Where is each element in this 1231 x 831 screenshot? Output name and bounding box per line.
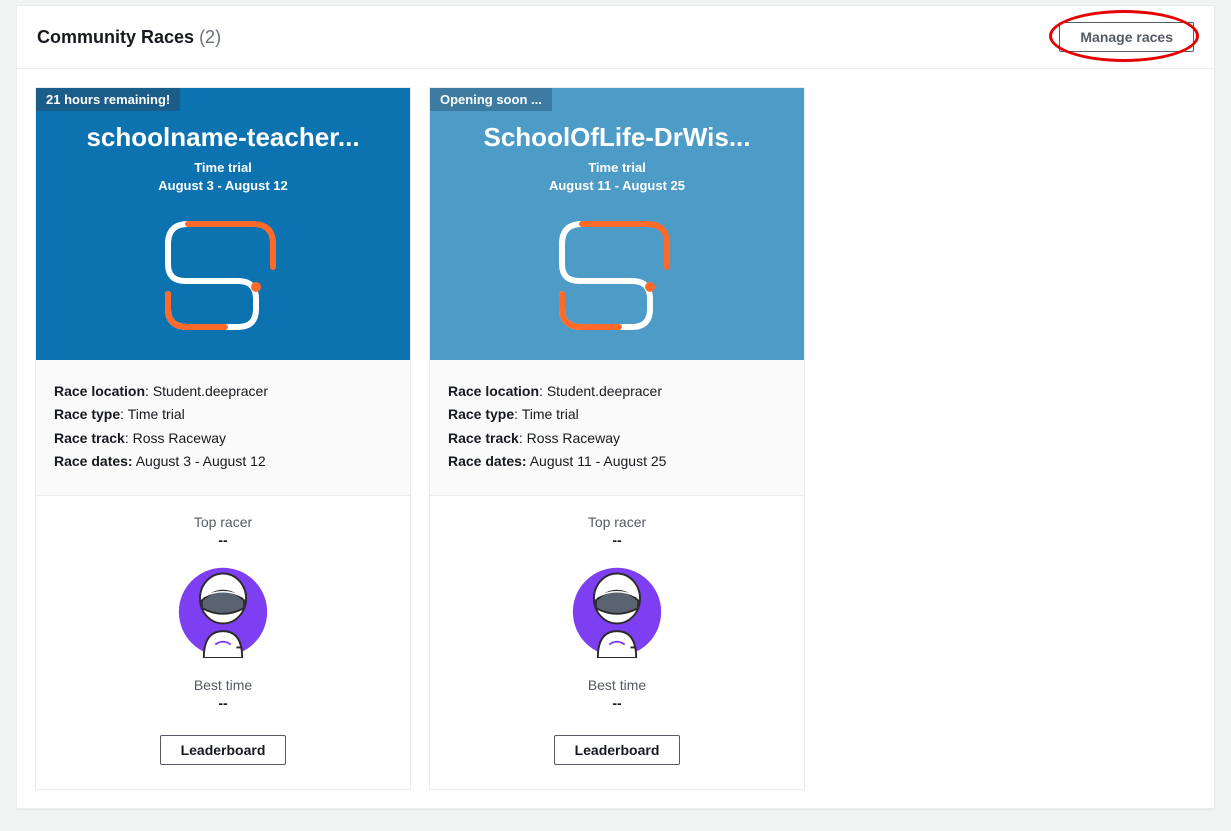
race-title: schoolname-teacher...	[48, 122, 398, 153]
value-type: Time trial	[128, 406, 185, 422]
value-dates: August 11 - August 25	[530, 453, 667, 469]
value-track: Ross Raceway	[527, 430, 620, 446]
race-card: Opening soon ... SchoolOfLife-DrWis... T…	[429, 87, 805, 790]
community-races-panel: Community Races (2) Manage races 21 hour…	[16, 5, 1215, 809]
label-dates: Race dates:	[54, 453, 133, 469]
best-time-label: Best time	[430, 677, 804, 693]
race-stats: Top racer -- Best time -- Leaderboard	[430, 496, 804, 789]
value-location: Student.deepracer	[547, 383, 662, 399]
best-time-value: --	[36, 695, 410, 711]
race-details: Race location: Student.deepracer Race ty…	[430, 360, 804, 495]
status-badge: Opening soon ...	[430, 88, 552, 111]
value-dates: August 3 - August 12	[136, 453, 266, 469]
leaderboard-button[interactable]: Leaderboard	[160, 735, 287, 765]
best-time-label: Best time	[36, 677, 410, 693]
race-subtitle-line2: August 11 - August 25	[430, 177, 804, 195]
top-racer-label: Top racer	[36, 514, 410, 530]
value-type: Time trial	[522, 406, 579, 422]
label-track: Race track	[448, 430, 519, 446]
top-racer-value: --	[430, 532, 804, 548]
race-subtitle-line2: August 3 - August 12	[36, 177, 410, 195]
race-details: Race location: Student.deepracer Race ty…	[36, 360, 410, 495]
title-count: (2)	[199, 27, 221, 47]
race-cards-container: 21 hours remaining! schoolname-teacher..…	[17, 69, 1214, 808]
status-badge: 21 hours remaining!	[36, 88, 180, 111]
track-icon	[547, 209, 687, 339]
race-card: 21 hours remaining! schoolname-teacher..…	[35, 87, 411, 790]
label-location: Race location	[448, 383, 539, 399]
leaderboard-button[interactable]: Leaderboard	[554, 735, 681, 765]
label-type: Race type	[448, 406, 514, 422]
race-hero: 21 hours remaining! schoolname-teacher..…	[36, 88, 410, 360]
manage-races-button[interactable]: Manage races	[1059, 22, 1194, 52]
race-stats: Top racer -- Best time -- Leaderboard	[36, 496, 410, 789]
page-title: Community Races (2)	[37, 27, 221, 48]
race-subtitle-line1: Time trial	[36, 159, 410, 177]
label-location: Race location	[54, 383, 145, 399]
race-subtitle-line1: Time trial	[430, 159, 804, 177]
best-time-value: --	[430, 695, 804, 711]
top-racer-label: Top racer	[430, 514, 804, 530]
top-racer-value: --	[36, 532, 410, 548]
race-hero: Opening soon ... SchoolOfLife-DrWis... T…	[430, 88, 804, 360]
track-icon	[153, 209, 293, 339]
panel-header: Community Races (2) Manage races	[17, 6, 1214, 69]
racer-avatar-icon	[36, 562, 410, 663]
racer-avatar-icon	[430, 562, 804, 663]
title-text: Community Races	[37, 27, 194, 47]
label-dates: Race dates:	[448, 453, 527, 469]
value-location: Student.deepracer	[153, 383, 268, 399]
label-track: Race track	[54, 430, 125, 446]
label-type: Race type	[54, 406, 120, 422]
race-title: SchoolOfLife-DrWis...	[442, 122, 792, 153]
value-track: Ross Raceway	[133, 430, 226, 446]
